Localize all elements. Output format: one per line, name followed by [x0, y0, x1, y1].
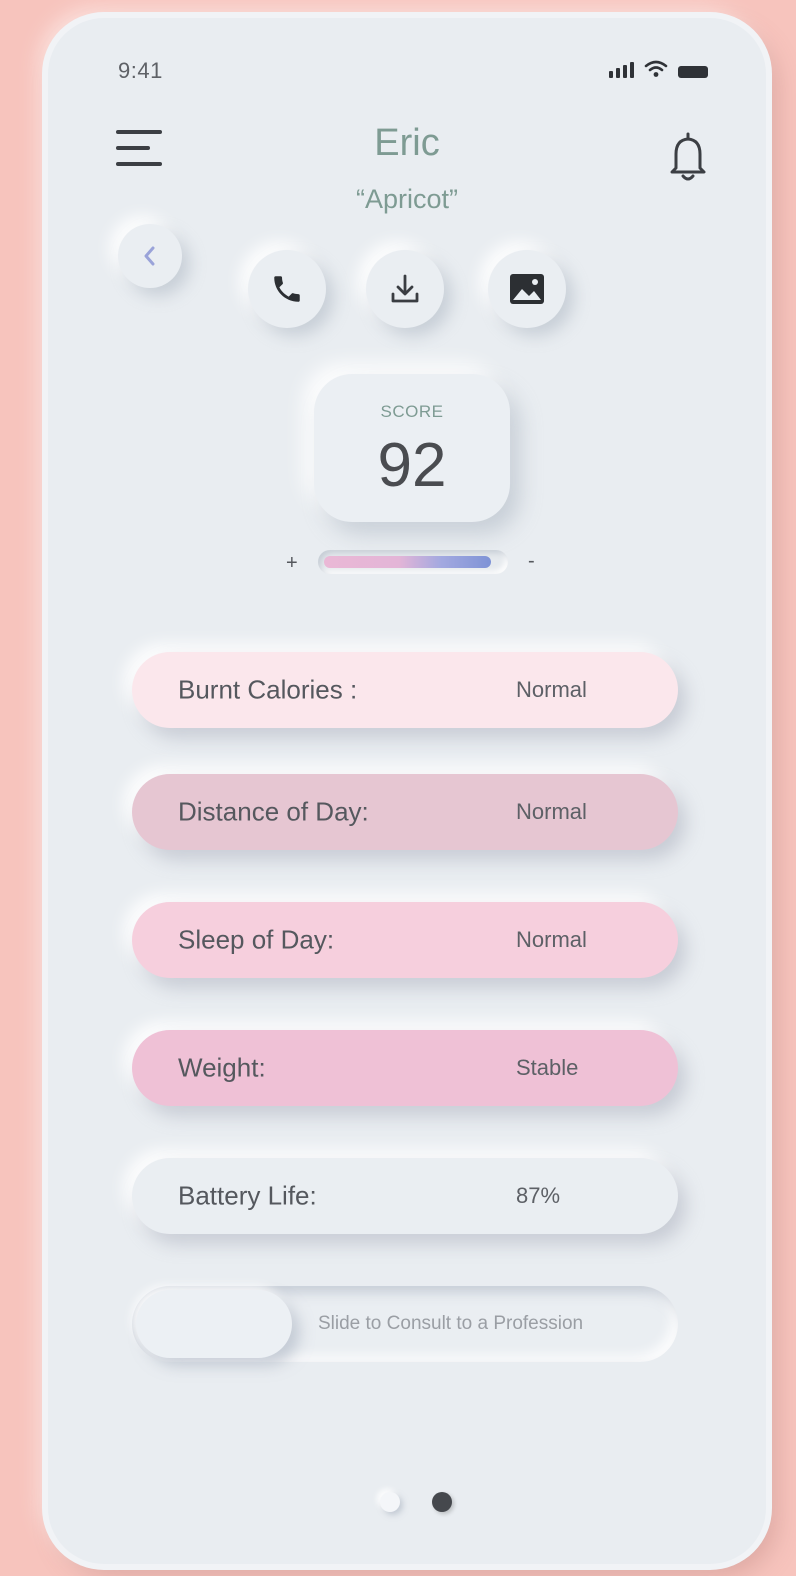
wifi-icon — [644, 60, 668, 77]
user-nickname: “Apricot” — [355, 184, 458, 214]
stat-row-sleep[interactable]: Sleep of Day: Normal — [132, 902, 678, 978]
stat-row-weight[interactable]: Weight: Stable — [132, 1030, 678, 1106]
level-bar — [318, 550, 508, 574]
status-time: 9:41 — [118, 58, 163, 83]
stat-value: 87% — [516, 1183, 561, 1208]
stat-value: Normal — [516, 927, 587, 952]
stat-label: Battery Life: — [178, 1180, 317, 1211]
image-icon — [510, 274, 544, 304]
slider-label: Slide to Consult to a Profession — [318, 1313, 584, 1334]
phone-screen: 9:41 Eric “Apricot” SCORE 92 + - Burnt C… — [48, 18, 766, 1564]
stat-label: Distance of Day: — [178, 796, 369, 827]
stat-row-burnt-calories[interactable]: Burnt Calories : Normal — [132, 652, 678, 728]
level-bar-fill — [324, 556, 491, 568]
stat-label: Burnt Calories : — [178, 674, 358, 705]
stat-label: Sleep of Day: — [178, 924, 335, 955]
download-button[interactable] — [366, 250, 444, 328]
user-name: Eric — [374, 122, 440, 164]
download-icon — [391, 274, 419, 303]
score-value: 92 — [377, 431, 447, 500]
level-minus: - — [528, 550, 535, 572]
stat-value: Normal — [516, 677, 587, 702]
stat-value: Normal — [516, 799, 587, 824]
page-dot-2[interactable] — [432, 1492, 452, 1512]
call-button[interactable] — [248, 250, 326, 328]
level-plus: + — [286, 552, 298, 574]
status-icons — [609, 60, 708, 78]
chevron-left-icon — [144, 246, 155, 266]
slider-handle[interactable] — [136, 1290, 292, 1358]
battery-icon — [678, 66, 708, 78]
page-dot-1[interactable] — [380, 1492, 400, 1512]
signal-icon — [609, 62, 634, 78]
score-label: SCORE — [380, 402, 444, 421]
gallery-button[interactable] — [488, 250, 566, 328]
bell-icon[interactable] — [668, 130, 708, 182]
consult-slider[interactable]: Slide to Consult to a Profession — [132, 1286, 678, 1362]
stat-label: Weight: — [178, 1052, 266, 1083]
stat-value: Stable — [516, 1055, 579, 1080]
score-card: SCORE 92 — [314, 374, 510, 522]
stat-row-distance[interactable]: Distance of Day: Normal — [132, 774, 678, 850]
stat-row-battery[interactable]: Battery Life: 87% — [132, 1158, 678, 1234]
phone-icon — [274, 276, 300, 302]
back-button[interactable] — [118, 224, 182, 288]
